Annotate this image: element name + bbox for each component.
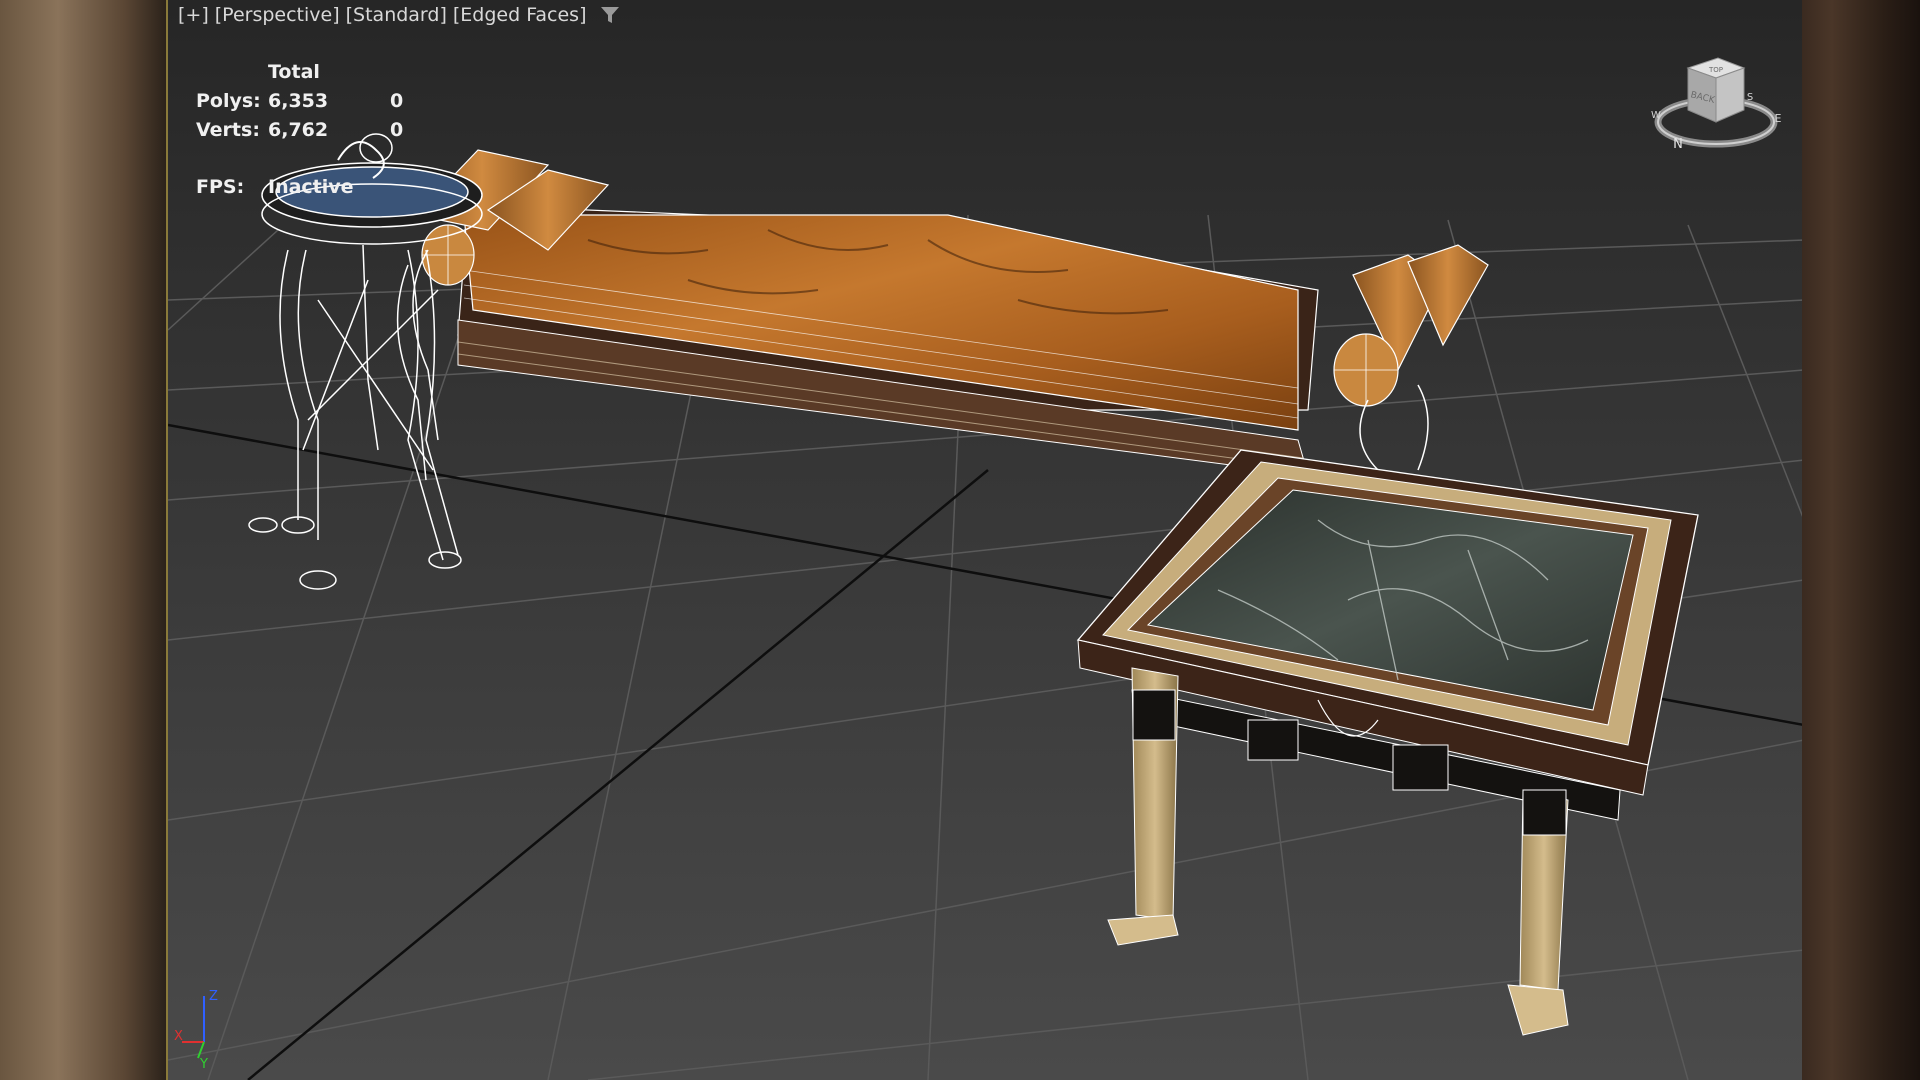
bolster-right [1333, 244, 1489, 471]
compass-north-label: N [1673, 137, 1683, 152]
filter-icon[interactable] [599, 4, 621, 26]
stats-total-header: Total [268, 61, 320, 83]
viewport-edged-faces-menu[interactable]: [Edged Faces] [453, 4, 587, 26]
viewcube-side-face [1715, 67, 1745, 123]
marble-table-model [1076, 449, 1699, 1036]
fps-value: Inactive [268, 176, 354, 198]
perspective-viewport[interactable]: [+] [Perspective] [Standard] [Edged Face… [166, 0, 1802, 1080]
axis-y-label: Y [199, 1057, 208, 1070]
viewcube-widget[interactable]: TOP BACK N E S W [1646, 50, 1786, 160]
verts-label: Verts: [196, 119, 260, 141]
statistics-overlay: Total Polys: 6,353 0 Verts: 6,762 0 FPS:… [196, 58, 430, 202]
compass-south-label: S [1747, 92, 1753, 103]
polys-total: 6,353 [268, 90, 329, 112]
polys-selected: 0 [390, 90, 404, 112]
axis-z-label: Z [209, 990, 218, 1004]
viewport-general-menu[interactable]: [+] [178, 4, 209, 26]
background-blur-right [1802, 0, 1920, 1080]
compass-east-label: E [1775, 112, 1782, 125]
round-side-table-model [248, 133, 483, 590]
screenshot-frame: [+] [Perspective] [Standard] [Edged Face… [0, 0, 1920, 1080]
viewcube-top-label: TOP [1708, 66, 1723, 74]
day-bed-model [396, 149, 1489, 481]
viewport-label-menu: [+] [Perspective] [Standard] [Edged Face… [178, 4, 621, 26]
fps-label: FPS: [196, 176, 245, 198]
viewport-point-of-view-menu[interactable]: [Perspective] [215, 4, 340, 26]
compass-west-label: W [1651, 110, 1661, 121]
verts-selected: 0 [390, 119, 404, 141]
axis-x-label: X [174, 1029, 183, 1044]
axis-tripod-gizmo: Z X Y [174, 990, 218, 1070]
axis-y-line [197, 1041, 205, 1059]
viewport-shading-standard-menu[interactable]: [Standard] [346, 4, 447, 26]
background-blur-left [0, 0, 166, 1080]
polys-label: Polys: [196, 90, 261, 112]
verts-total: 6,762 [268, 119, 329, 141]
